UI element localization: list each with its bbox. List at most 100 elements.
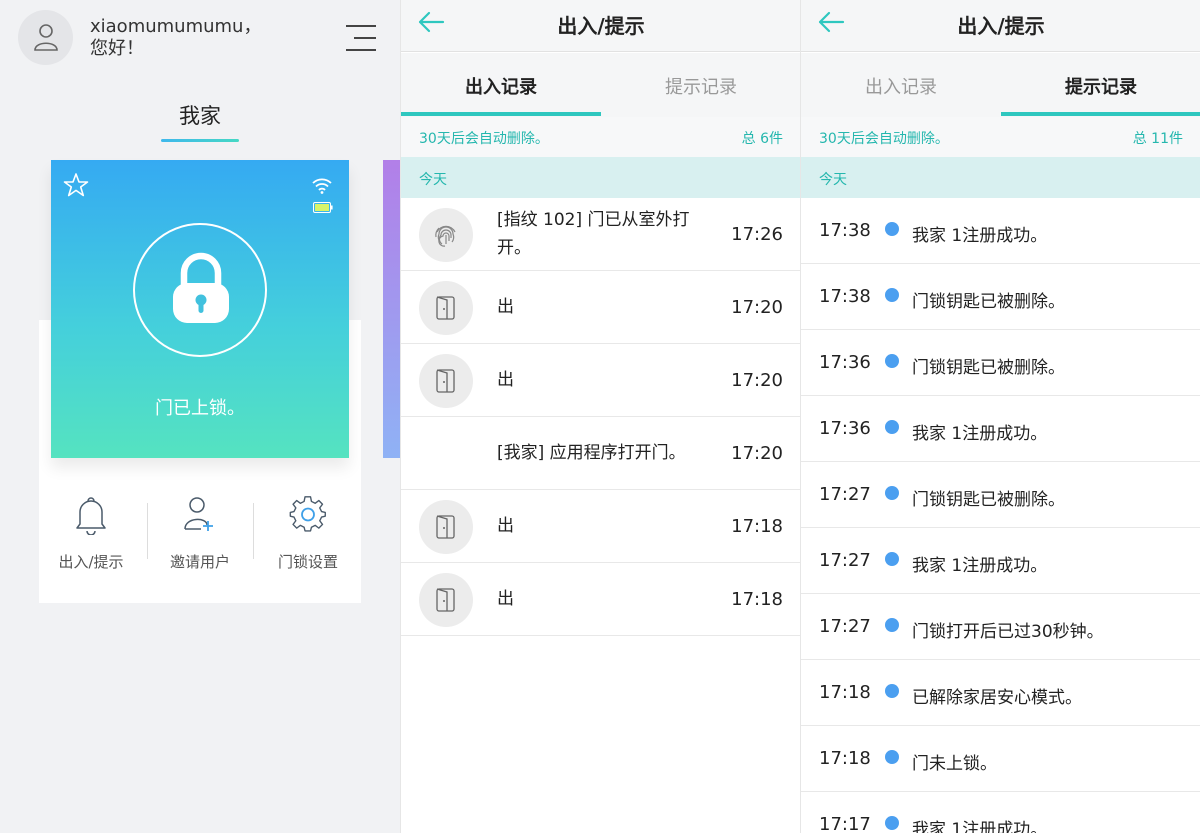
user-icon	[34, 24, 58, 51]
list-item[interactable]: [指纹 102] 门已从室外打开。 17:26	[401, 198, 800, 271]
alert-time: 17:18	[819, 748, 871, 769]
invite-user-button[interactable]: 邀请用户	[146, 495, 254, 572]
star-icon[interactable]	[63, 172, 89, 198]
record-time: 17:18	[731, 516, 783, 537]
home-screen: xiaomumumumu， 您好！ 我家 门已上锁。 出入/提示 邀请用户 门锁…	[0, 0, 400, 833]
record-text: 出	[497, 516, 514, 536]
header: 出入/提示	[401, 0, 800, 52]
record-count: 总 6件	[741, 131, 783, 147]
list-item[interactable]: 17:27 门锁打开后已过30秒钟。	[801, 594, 1200, 660]
record-time: 17:18	[731, 589, 783, 610]
gear-icon	[289, 496, 326, 532]
active-tab-indicator	[1001, 112, 1200, 116]
alert-text: 门锁钥匙已被删除。	[912, 490, 1065, 510]
alert-text: 我家 1注册成功。	[912, 820, 1048, 833]
page-title: 出入/提示	[557, 14, 645, 38]
lock-settings-button[interactable]: 门锁设置	[254, 495, 362, 572]
list-item[interactable]: 17:27 门锁钥匙已被删除。	[801, 462, 1200, 528]
tab-entry-records[interactable]: 出入记录	[401, 73, 601, 99]
list-item[interactable]: 17:18 门未上锁。	[801, 726, 1200, 792]
record-time: 17:20	[731, 370, 783, 391]
alert-text: 门锁钥匙已被删除。	[912, 358, 1065, 378]
list-item[interactable]: 17:38 门锁钥匙已被删除。	[801, 264, 1200, 330]
alert-text: 门未上锁。	[912, 754, 997, 774]
info-bar: 30天后会自动删除。 总 6件	[401, 117, 800, 157]
list-item[interactable]: [我家] 应用程序打开门。 17:20	[401, 417, 800, 490]
record-icon-circle	[419, 500, 473, 554]
tab-alert-records[interactable]: 提示记录	[601, 73, 800, 99]
alert-text: 已解除家居安心模式。	[912, 688, 1082, 708]
unread-dot	[885, 420, 899, 434]
record-text: [指纹 102] 门已从室外打开。	[497, 210, 690, 258]
next-card-peek[interactable]	[383, 160, 400, 458]
greeting: xiaomumumumu， 您好！	[90, 16, 261, 60]
record-time: 17:20	[731, 297, 783, 318]
unread-dot	[885, 288, 899, 302]
alert-time: 17:36	[819, 352, 871, 373]
door-icon	[436, 296, 455, 320]
alert-time: 17:36	[819, 418, 871, 439]
home-tab[interactable]: 我家	[160, 100, 240, 130]
home-tab-indicator	[161, 139, 239, 142]
add-user-icon	[184, 497, 213, 531]
list-item[interactable]: 出 17:20	[401, 271, 800, 344]
record-icon-circle	[419, 208, 473, 262]
list-item[interactable]: 17:17 我家 1注册成功。	[801, 792, 1200, 833]
entry-records-screen: 出入/提示 出入记录 提示记录 30天后会自动删除。 总 6件 今天 [指纹 1	[400, 0, 800, 833]
alert-text: 门锁钥匙已被删除。	[912, 292, 1065, 312]
list-item[interactable]: 出 17:18	[401, 563, 800, 636]
alert-text: 我家 1注册成功。	[912, 556, 1048, 576]
record-text: 出	[497, 297, 514, 317]
list-item[interactable]: 17:38 我家 1注册成功。	[801, 198, 1200, 264]
list-item[interactable]: 17:36 我家 1注册成功。	[801, 396, 1200, 462]
auto-delete-note: 30天后会自动删除。	[819, 131, 949, 147]
alert-text: 门锁打开后已过30秒钟。	[912, 622, 1104, 642]
lock-card[interactable]: 门已上锁。	[51, 160, 349, 458]
page-title: 出入/提示	[957, 14, 1045, 38]
record-text: 出	[497, 589, 514, 609]
avatar[interactable]	[18, 10, 73, 65]
greeting-hello: 您好！	[90, 38, 144, 59]
invite-user-label: 邀请用户	[169, 553, 230, 571]
record-icon-circle	[419, 573, 473, 627]
record-text: 出	[497, 370, 514, 390]
bell-icon	[76, 497, 106, 536]
unread-dot	[885, 222, 899, 236]
unread-dot	[885, 684, 899, 698]
alert-time: 17:27	[819, 550, 871, 571]
door-icon	[436, 369, 455, 393]
active-tab-indicator	[401, 112, 601, 116]
menu-icon[interactable]	[346, 24, 376, 52]
lock-button[interactable]	[133, 223, 267, 357]
tab-bar: 出入记录 提示记录	[401, 53, 800, 117]
list-item[interactable]: 出 17:18	[401, 490, 800, 563]
section-label: 今天	[419, 172, 447, 188]
access-alerts-button[interactable]: 出入/提示	[37, 495, 145, 572]
record-text: [我家] 应用程序打开门。	[497, 443, 686, 463]
tab-alert-records[interactable]: 提示记录	[1001, 73, 1200, 99]
access-alerts-label: 出入/提示	[58, 553, 124, 571]
lock-status: 门已上锁。	[155, 398, 245, 419]
list-item[interactable]: 17:36 门锁钥匙已被删除。	[801, 330, 1200, 396]
alert-time: 17:38	[819, 220, 871, 241]
tab-entry-records[interactable]: 出入记录	[801, 73, 1001, 99]
section-header: 今天	[401, 157, 800, 198]
wifi-icon	[312, 178, 332, 194]
list-item[interactable]: 出 17:20	[401, 344, 800, 417]
record-time: 17:20	[731, 443, 783, 464]
unread-dot	[885, 354, 899, 368]
header: 出入/提示	[801, 0, 1200, 52]
record-count: 总 11件	[1132, 131, 1183, 147]
battery-icon	[313, 202, 333, 213]
record-icon-circle	[419, 354, 473, 408]
auto-delete-note: 30天后会自动删除。	[419, 131, 549, 147]
alert-text: 我家 1注册成功。	[912, 226, 1048, 246]
alert-time: 17:27	[819, 484, 871, 505]
alert-time: 17:18	[819, 682, 871, 703]
alert-records-screen: 出入/提示 出入记录 提示记录 30天后会自动删除。 总 11件 今天 17:3…	[800, 0, 1200, 833]
unread-dot	[885, 552, 899, 566]
door-icon	[436, 515, 455, 539]
list-item[interactable]: 17:27 我家 1注册成功。	[801, 528, 1200, 594]
list-item[interactable]: 17:18 已解除家居安心模式。	[801, 660, 1200, 726]
section-header: 今天	[801, 157, 1200, 198]
